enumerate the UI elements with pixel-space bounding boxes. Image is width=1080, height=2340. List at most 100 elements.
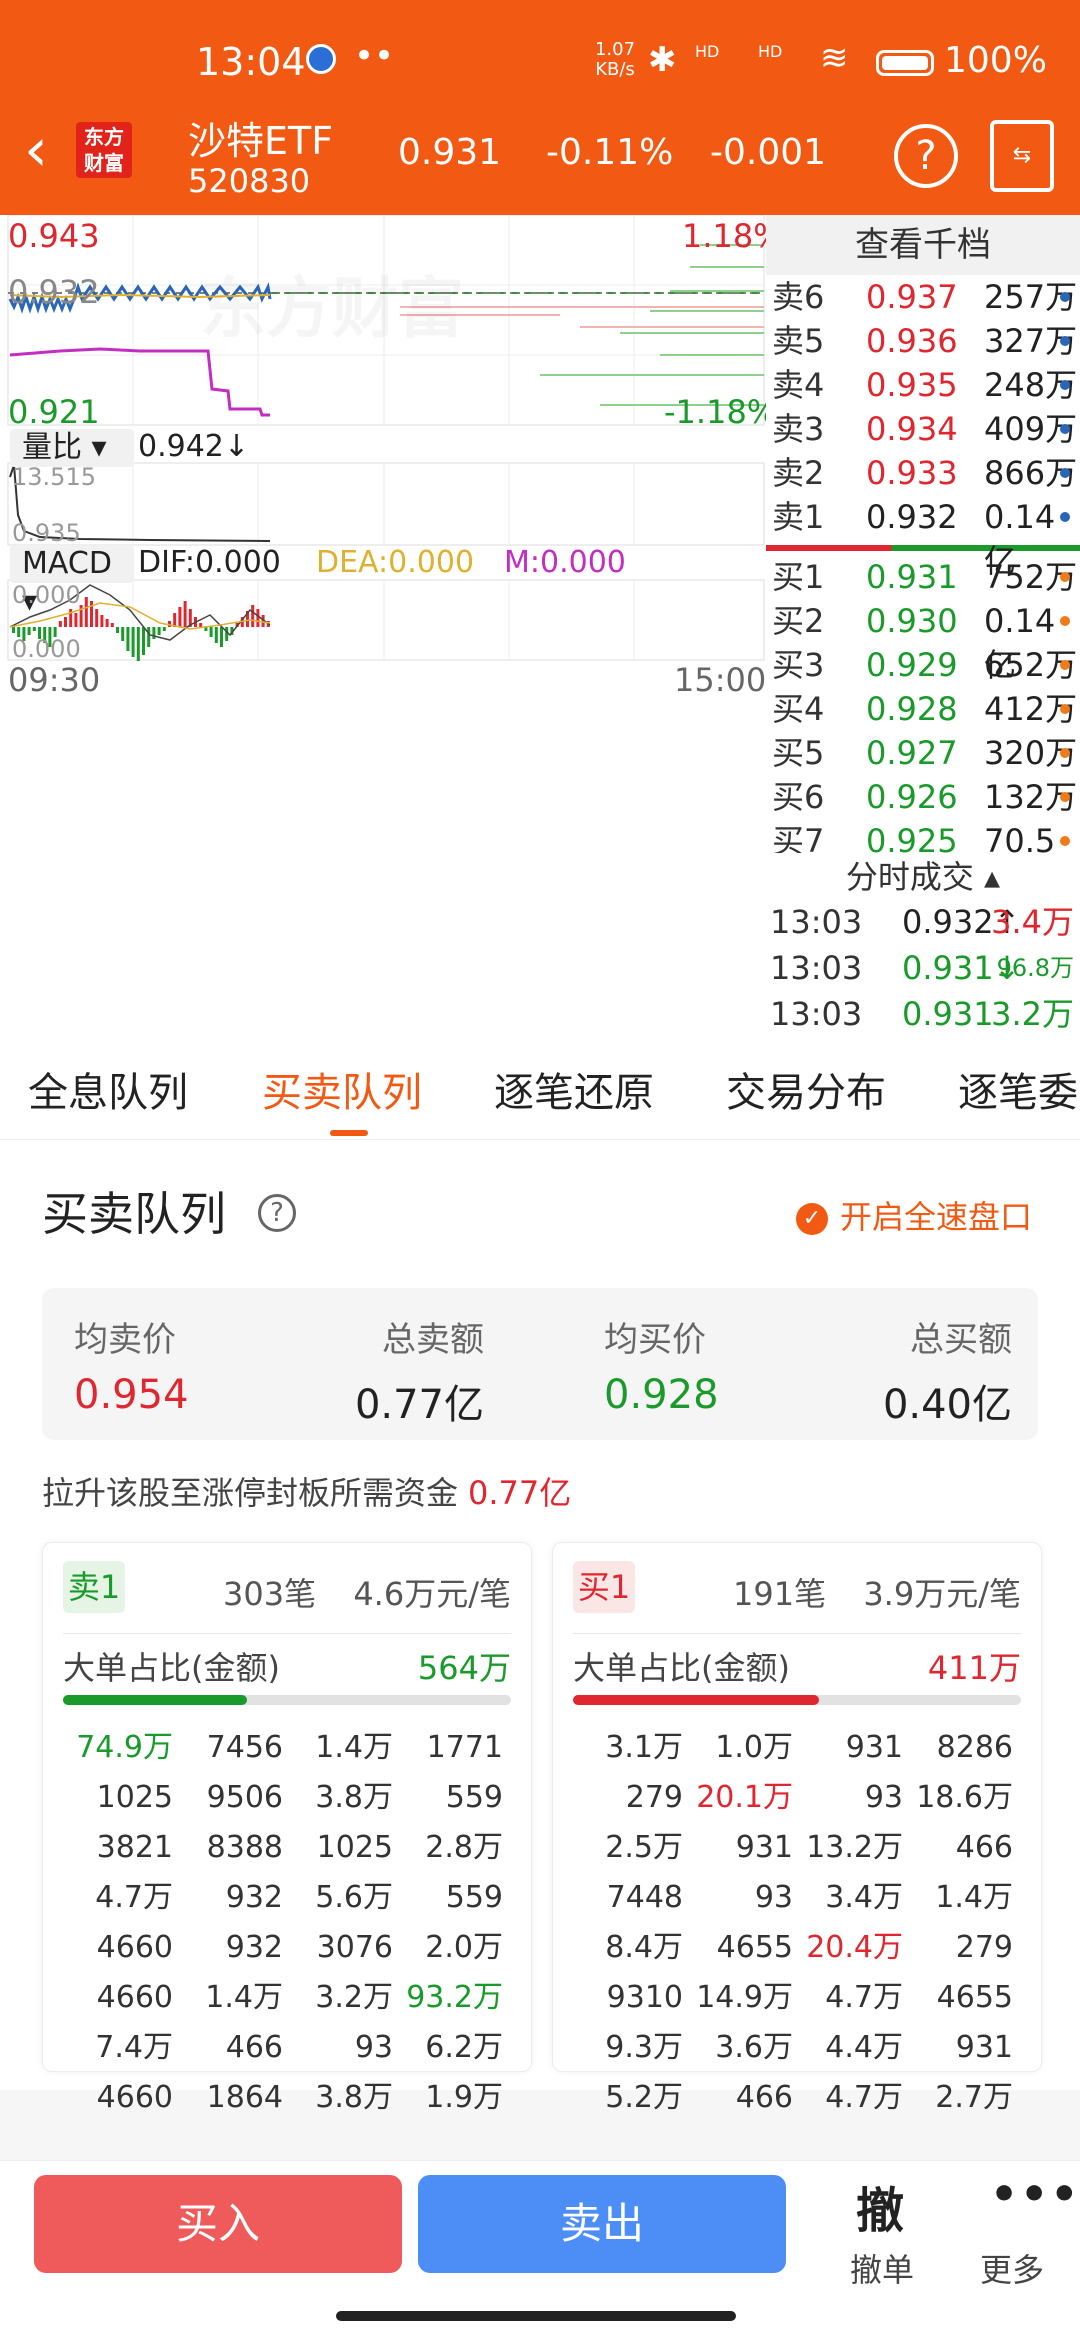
tab-tick-orders[interactable]: 逐笔委 (958, 1060, 1078, 1118)
macd-bar (142, 627, 145, 655)
tick-time: 13:03 (770, 903, 863, 941)
queue-order-cell: 8.4万 (605, 1930, 683, 1965)
bid-level-price: 0.931 (866, 558, 958, 596)
buy-button[interactable]: 买入 (34, 2175, 402, 2273)
tab-full-queue[interactable]: 全息队列 (28, 1060, 188, 1118)
view-full-depth-button[interactable]: 查看千档 (766, 215, 1080, 275)
ask-level-price: 0.936 (866, 322, 958, 360)
bid-level-row[interactable]: 买70.92570.5万 (766, 819, 1080, 853)
macd-bar (12, 627, 15, 633)
vr-min-label: 0.935 (12, 519, 81, 547)
queue-order-cell: 1771 (426, 1730, 503, 1765)
help-icon[interactable]: ? (894, 124, 958, 188)
ask-level-row[interactable]: 卖2 0.933 866万 (766, 451, 1080, 495)
sell-big-order-bar (63, 1695, 511, 1705)
bid-level-label: 买5 (772, 734, 825, 772)
bid-level-label: 买6 (772, 778, 825, 816)
back-icon[interactable]: ‹ (24, 120, 48, 180)
section-title: 买卖队列 (42, 1187, 226, 1241)
ask-level-row[interactable]: 卖5 0.936 327万 (766, 319, 1080, 363)
volume-ratio-panel (7, 462, 765, 546)
bid-level-row[interactable]: 买1 0.931 752万 (766, 555, 1080, 599)
queue-order-cell: 13.2万 (806, 1830, 903, 1865)
queue-order-cell: 279 (955, 1930, 1013, 1965)
queue-summary: 均卖价 0.954 总卖额 0.77亿 均买价 0.928 总买额 0.40亿 (42, 1288, 1038, 1440)
tick-time: 13:03 (770, 949, 863, 987)
macd-selector[interactable]: MACD ▾ (10, 545, 134, 619)
volume-ratio-selector[interactable]: 量比 ▾ (10, 429, 134, 467)
buy-order-count: 191笔 (733, 1575, 827, 1613)
landscape-switch-icon[interactable]: ⇆ (990, 120, 1054, 192)
ask-level-row[interactable]: 卖1 0.932 0.14亿 (766, 495, 1080, 580)
bid-level-row[interactable]: 买6 0.926 132万 (766, 775, 1080, 819)
full-speed-toggle[interactable]: ✓ 开启全速盘口 (796, 1192, 1032, 1238)
time-end-label: 15:00 (674, 661, 767, 699)
macd-bar (58, 621, 62, 627)
queue-order-cell: 3.4万 (825, 1880, 903, 1915)
queue-row: 1025 9506 3.8万 559 (63, 1773, 511, 1823)
help-icon[interactable]: ? (258, 1194, 296, 1232)
more-icon[interactable]: ••• (990, 2169, 1080, 2220)
bid-level-price: 0.925 (866, 822, 958, 853)
sell-order-count: 303笔 (223, 1575, 317, 1613)
queue-order-cell: 4660 (96, 1930, 173, 1965)
queue-order-cell: 18.6万 (916, 1780, 1013, 1815)
tick-trades-toggle[interactable]: 分时成交 ▴ (766, 855, 1080, 899)
tick-volume: 3.2万 (991, 995, 1074, 1033)
price-ref-label: 0.932 (8, 273, 100, 311)
queue-order-cell: 1025 (316, 1830, 393, 1865)
macd-bar (162, 627, 166, 631)
cancel-order-label[interactable]: 撤单 (850, 2245, 914, 2291)
macd-bar (32, 627, 36, 631)
bid-level-row[interactable]: 买5 0.927 320万 (766, 731, 1080, 775)
more-label[interactable]: 更多 (980, 2245, 1044, 2291)
macd-bottom-label: 0.000 (12, 635, 81, 663)
queue-order-cell: 9506 (206, 1780, 283, 1815)
bid-level-dot (1060, 572, 1070, 582)
sell1-badge: 卖1 (63, 1561, 125, 1613)
bid-level-row[interactable]: 买4 0.928 412万 (766, 687, 1080, 731)
avg-sell-label: 均卖价 (74, 1320, 176, 1360)
signal-2-icon: HD (758, 42, 783, 61)
queue-order-cell: 3.6万 (715, 2030, 793, 2065)
sell-big-order-value: 564万 (417, 1649, 511, 1687)
queue-order-cell: 4.7万 (825, 2080, 903, 2115)
buy-queue-card: 买1 191笔 3.9万元/笔 大单占比(金额) 411万 3.1万 1.0万 93… (552, 1542, 1042, 2115)
home-indicator[interactable] (336, 2311, 736, 2321)
queue-order-cell: 93 (754, 1880, 793, 1915)
queue-order-cell: 6.2万 (425, 2030, 503, 2065)
tick-row: 13:03 0.932↑ 3.4万 (766, 899, 1080, 945)
queue-order-cell: 93 (864, 1780, 903, 1815)
ask-level-row[interactable]: 卖3 0.934 409万 (766, 407, 1080, 451)
bid-level-row[interactable]: 买2 0.930 0.14亿 (766, 599, 1080, 684)
queue-order-cell: 3.1万 (605, 1730, 683, 1765)
avg-buy-label: 均买价 (604, 1320, 706, 1360)
queue-order-cell: 1.4万 (315, 1730, 393, 1765)
sell-button[interactable]: 卖出 (418, 2175, 786, 2273)
queue-order-cell: 4.7万 (95, 1880, 173, 1915)
battery-percent: 100% (944, 40, 1047, 81)
queue-order-cell: 7456 (206, 1730, 283, 1765)
cancel-order-icon[interactable]: 撤 (856, 2171, 904, 2241)
queue-order-cell: 93 (354, 2030, 393, 2065)
queue-order-cell: 3821 (96, 1830, 173, 1865)
macd-bar (199, 623, 203, 627)
ask-level-row[interactable]: 卖6 0.937 257万 (766, 275, 1080, 319)
tab-tick-restore[interactable]: 逐笔还原 (494, 1060, 654, 1118)
ask-level-dot (1060, 424, 1070, 434)
tab-trade-distribution[interactable]: 交易分布 (726, 1060, 886, 1118)
ask-level-label: 卖4 (772, 366, 825, 404)
pct-low-label: -1.18% (664, 393, 778, 431)
intraday-chart[interactable]: 0.943 1.18% 0.932 0.921 -1.18% 东方财富 量比 ▾… (0, 215, 784, 1040)
eastmoney-logo: 东方 财富 (76, 122, 132, 178)
ask-level-row[interactable]: 卖4 0.935 248万 (766, 363, 1080, 407)
bid-level-label: 买3 (772, 646, 825, 684)
queue-row: 4.7万 932 5.6万 559 (63, 1873, 511, 1923)
bid-level-row[interactable]: 买3 0.929 652万 (766, 643, 1080, 687)
dif-value: DIF:0.000 (138, 545, 281, 580)
queue-order-cell: 3076 (316, 1930, 393, 1965)
bid-ask-queue-section: 买卖队列 ? ✓ 开启全速盘口 均卖价 0.954 总卖额 0.77亿 均买价 0… (0, 1140, 1080, 2160)
tab-bid-ask-queue[interactable]: 买卖队列 (262, 1060, 422, 1118)
sell-order-grid: 74.9万 7456 1.4万 1771 1025 9506 3.8万 559 3821 8388… (63, 1723, 511, 2123)
macd-bar (95, 609, 99, 627)
